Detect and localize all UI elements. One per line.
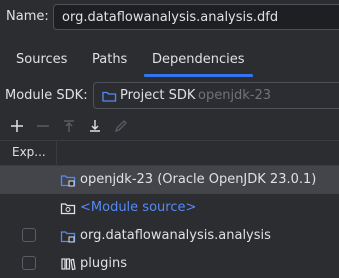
table-header: Exp...: [0, 140, 339, 166]
add-icon[interactable]: [8, 117, 26, 135]
edit-icon[interactable]: [112, 117, 130, 135]
table-row[interactable]: plugins: [0, 250, 339, 278]
name-input[interactable]: [53, 4, 339, 30]
move-up-icon[interactable]: [60, 117, 78, 135]
dependency-label: plugins: [80, 256, 127, 271]
library-icon: [60, 256, 76, 272]
table-row[interactable]: openjdk-23 (Oracle OpenJDK 23.0.1): [0, 166, 339, 194]
source-folder-icon: [60, 200, 76, 216]
tab-dependencies[interactable]: Dependencies: [144, 52, 253, 77]
move-down-icon[interactable]: [86, 117, 104, 135]
jdk-folder-icon: [60, 172, 76, 188]
tab-bar: Sources Paths Dependencies: [0, 48, 339, 77]
module-sdk-row: Module SDK: Project SDK openjdk-23: [0, 82, 339, 110]
remove-icon[interactable]: [34, 117, 52, 135]
name-label: Name:: [6, 9, 49, 24]
module-sdk-dropdown[interactable]: Project SDK openjdk-23: [93, 82, 339, 109]
module-sdk-label: Module SDK:: [5, 88, 88, 103]
dependency-label: <Module source>: [80, 200, 197, 215]
sdk-folder-icon: [102, 89, 117, 107]
column-export-header[interactable]: Exp...: [12, 145, 46, 159]
table-row[interactable]: org.dataflowanalysis.analysis: [0, 222, 339, 250]
dependency-label: openjdk-23 (Oracle OpenJDK 23.0.1): [80, 172, 317, 187]
table-row[interactable]: <Module source>: [0, 194, 339, 222]
tab-paths[interactable]: Paths: [92, 52, 127, 67]
export-checkbox[interactable]: [22, 228, 36, 242]
dependency-label: org.dataflowanalysis.analysis: [80, 228, 271, 243]
module-sdk-version: openjdk-23: [198, 88, 272, 103]
dependencies-toolbar: [0, 116, 339, 138]
tab-sources[interactable]: Sources: [16, 52, 67, 67]
module-sdk-value: Project SDK: [120, 88, 196, 103]
name-row: Name:: [0, 0, 339, 36]
module-folder-icon: [60, 228, 76, 244]
column-divider[interactable]: [56, 141, 57, 165]
export-checkbox[interactable]: [22, 256, 36, 270]
